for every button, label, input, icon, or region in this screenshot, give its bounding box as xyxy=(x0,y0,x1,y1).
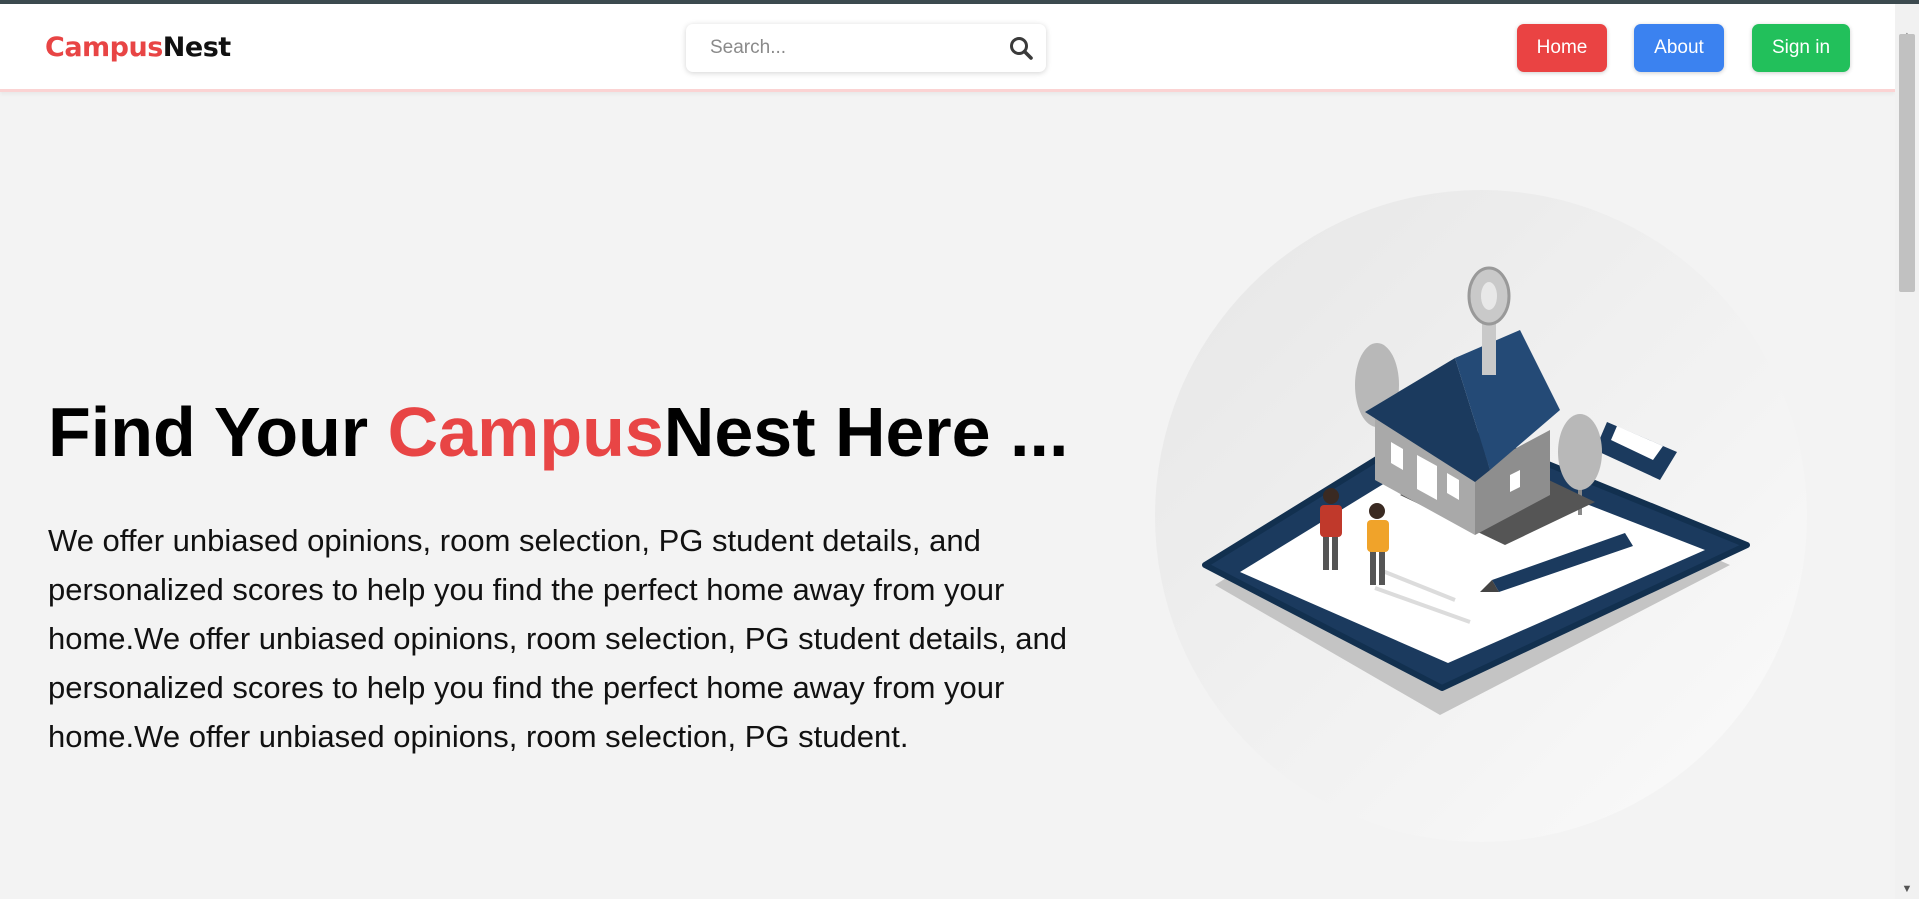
hero-title-suffix: Nest Here ... xyxy=(663,393,1069,471)
page-scrollbar[interactable]: ▲ ▼ xyxy=(1895,4,1919,899)
hero-title-prefix: Find Your xyxy=(48,393,388,471)
home-button[interactable]: Home xyxy=(1517,24,1607,72)
hero-title-highlight: Campus xyxy=(387,393,664,471)
brand-logo-part1: Campus xyxy=(45,32,163,63)
about-button[interactable]: About xyxy=(1634,24,1724,72)
search-input[interactable] xyxy=(710,36,990,60)
scroll-down-arrow-icon[interactable]: ▼ xyxy=(1895,879,1919,899)
brand-logo[interactable]: CampusNest xyxy=(45,32,231,63)
hero-description: We offer unbiased opinions, room selecti… xyxy=(48,523,1068,754)
sign-in-button[interactable]: Sign in xyxy=(1752,24,1850,72)
search-icon[interactable] xyxy=(1008,35,1034,61)
house-deal-illustration xyxy=(1155,190,1807,842)
hero-title: Find Your CampusNest Here ... xyxy=(48,392,1068,472)
navbar: CampusNest Home About Sign in xyxy=(0,4,1895,92)
brand-logo-part2: Nest xyxy=(162,32,231,63)
search-box xyxy=(686,24,1046,72)
scrollbar-thumb[interactable] xyxy=(1899,34,1915,292)
